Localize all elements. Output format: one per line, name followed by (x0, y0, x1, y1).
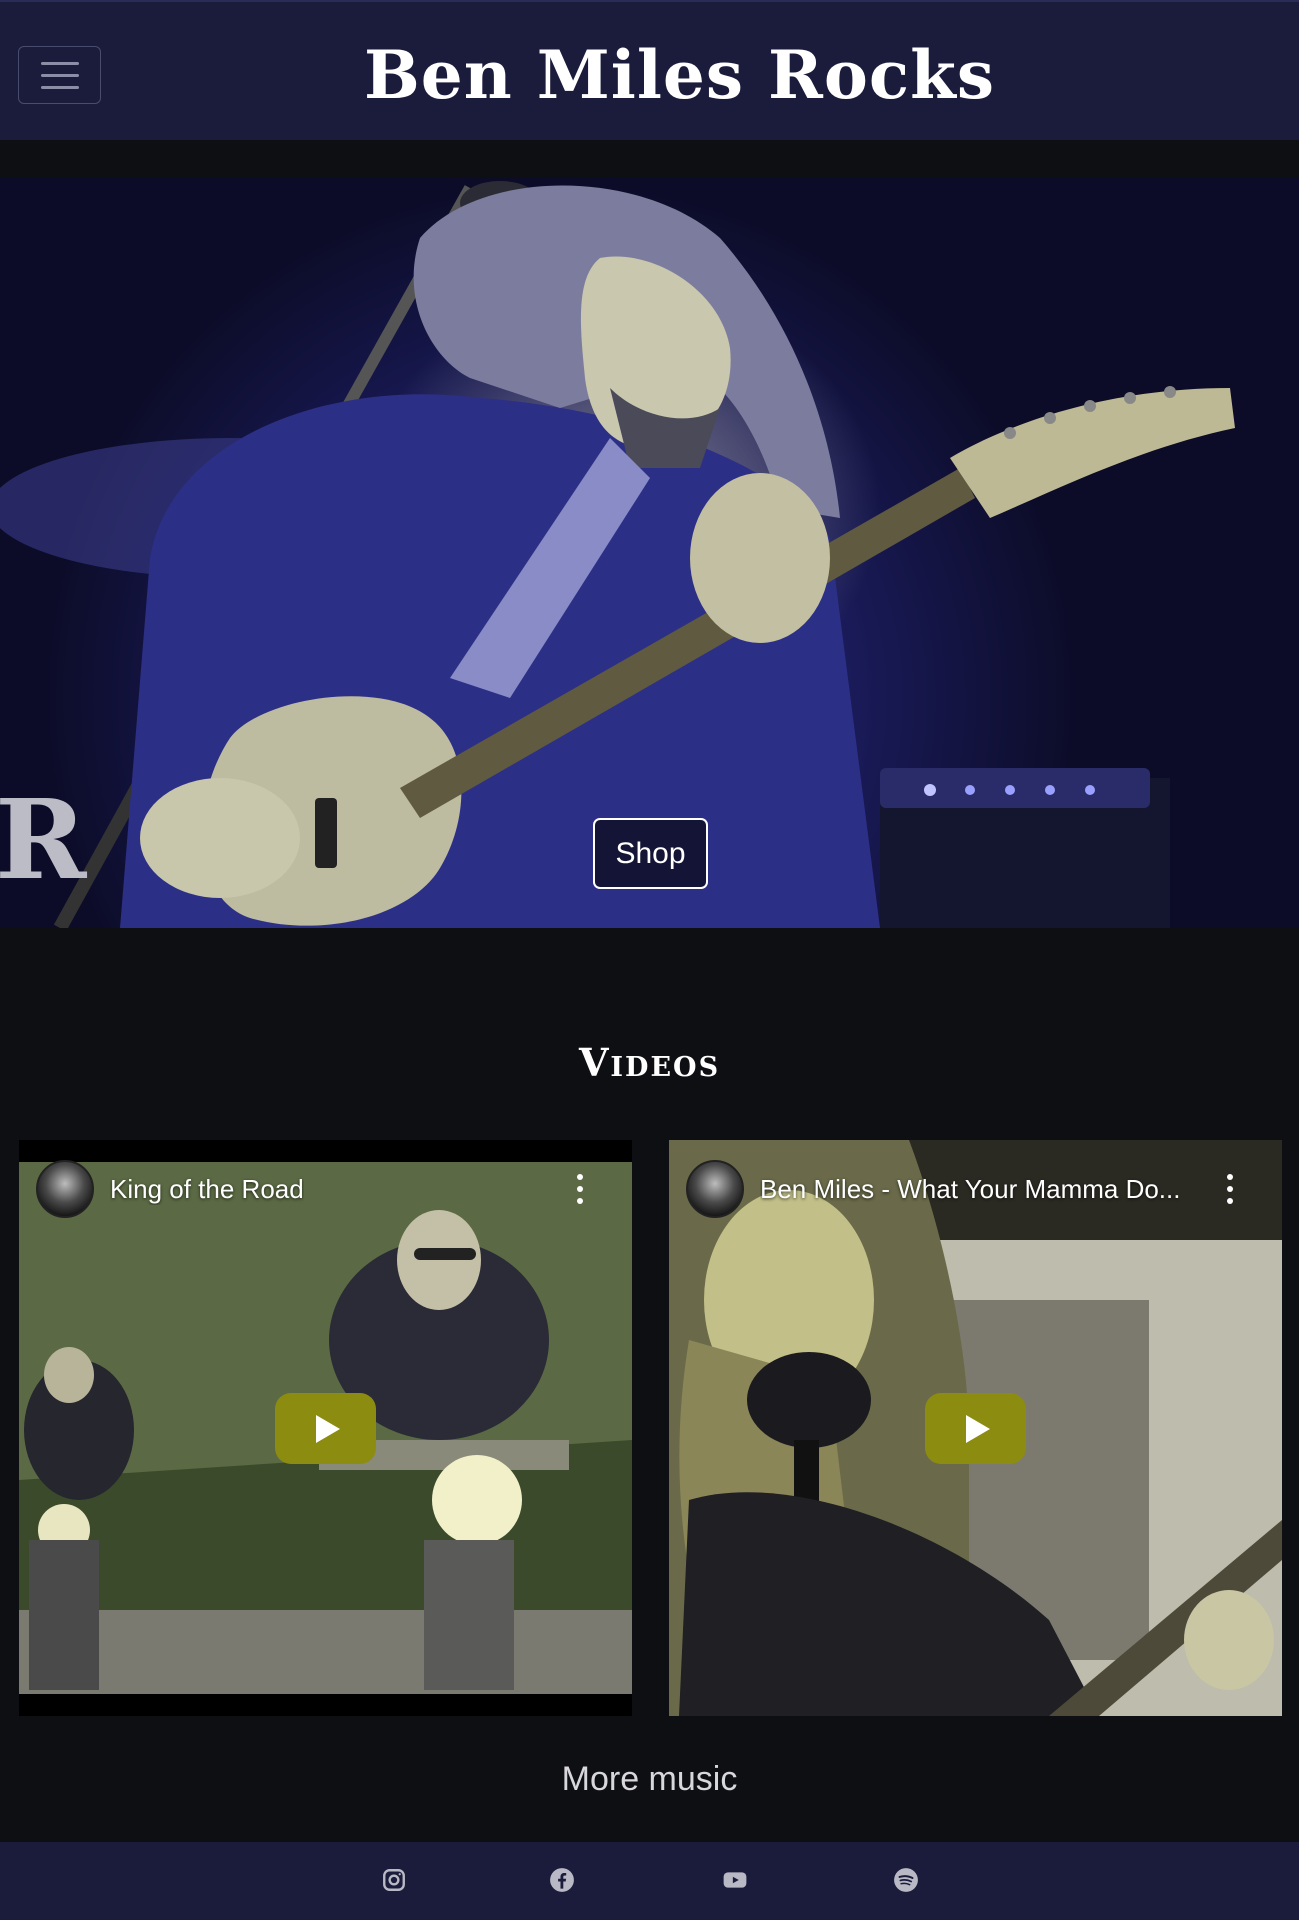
more-options-icon[interactable] (1226, 1174, 1234, 1204)
guitarist-photo: R (0, 181, 1235, 928)
hero-photo: R Shop (0, 178, 1299, 928)
facebook-icon[interactable] (547, 1865, 577, 1895)
more-music-link[interactable]: More music (0, 1760, 1299, 1799)
shop-button[interactable]: Shop (593, 818, 708, 889)
svg-text:R: R (0, 775, 88, 904)
video-player-what-your-mamma[interactable]: Ben Miles - What Your Mamma Do... (669, 1140, 1282, 1716)
play-button[interactable] (275, 1393, 376, 1464)
site-title[interactable]: Ben Miles Rocks (0, 36, 1299, 114)
videos-heading: Videos (578, 1040, 721, 1085)
play-button[interactable] (925, 1393, 1026, 1464)
instagram-icon[interactable] (379, 1865, 409, 1895)
youtube-icon[interactable] (720, 1865, 750, 1895)
spotify-icon[interactable] (891, 1865, 921, 1895)
video-title[interactable]: King of the Road (110, 1174, 304, 1205)
more-options-icon[interactable] (576, 1174, 584, 1204)
channel-avatar[interactable] (36, 1160, 94, 1218)
video-header: Ben Miles - What Your Mamma Do... (669, 1158, 1282, 1220)
channel-avatar[interactable] (686, 1160, 744, 1218)
play-icon (966, 1414, 990, 1443)
play-icon (316, 1414, 340, 1443)
video-title[interactable]: Ben Miles - What Your Mamma Do... (760, 1174, 1180, 1205)
video-player-king-of-the-road[interactable]: King of the Road (19, 1140, 632, 1716)
video-header: King of the Road (19, 1158, 632, 1220)
footer-social-bar (0, 1842, 1299, 1920)
top-navbar: Ben Miles Rocks (0, 0, 1299, 140)
